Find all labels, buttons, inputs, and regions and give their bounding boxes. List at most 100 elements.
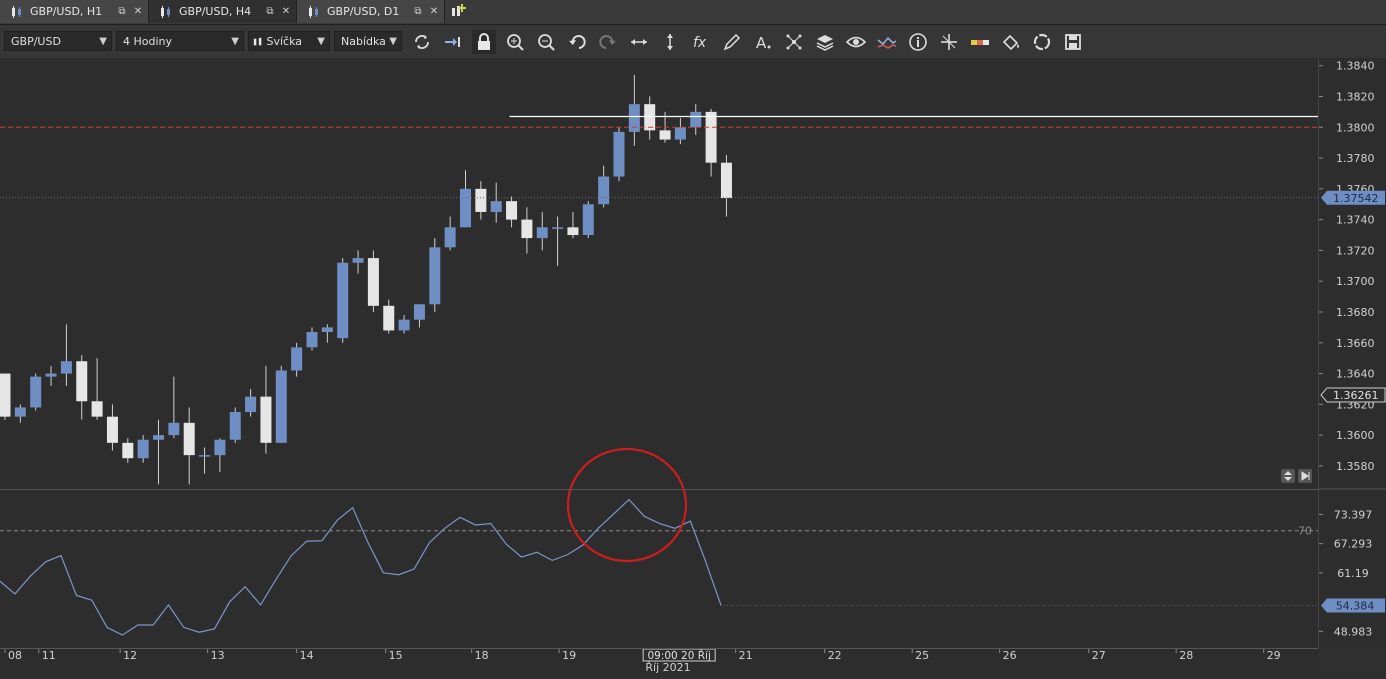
time-tick-label: 29 xyxy=(1267,649,1281,662)
candle-body xyxy=(644,104,656,131)
cycle-icon[interactable] xyxy=(1030,30,1054,54)
time-tick-label: 15 xyxy=(389,649,403,662)
candle-body xyxy=(674,127,686,140)
time-axis[interactable]: 08 11 12 13 14 15 18 19 21 22 25 26 27 28 29 09:00 20 Ř… xyxy=(0,648,1318,675)
zoom-out-icon[interactable] xyxy=(534,30,558,54)
candle-body xyxy=(429,247,441,305)
chart-area[interactable]: 70 xyxy=(0,58,1318,648)
scatter-icon[interactable] xyxy=(782,30,806,54)
close-icon[interactable]: ✕ xyxy=(132,6,144,18)
candle-body xyxy=(690,111,702,128)
candle-body xyxy=(705,111,717,163)
price-lines-group xyxy=(0,115,1318,483)
menu-select[interactable]: Nabídka ▼ xyxy=(334,31,402,51)
ruler-icon[interactable] xyxy=(968,30,992,54)
crosshair-icon[interactable] xyxy=(937,30,961,54)
time-tick-label: 14 xyxy=(300,649,314,662)
price-tick-label: 1.3680 xyxy=(1336,306,1375,319)
time-tick-label: 12 xyxy=(123,649,137,662)
save-icon[interactable] xyxy=(1061,30,1085,54)
menu-select-value: Nabídka xyxy=(341,35,386,48)
current-price-badge-label: 1.37542 xyxy=(1333,192,1379,205)
time-tick-label: 26 xyxy=(1003,649,1017,662)
scroll-end-icon[interactable] xyxy=(441,30,465,54)
rsi-tick-label: 73.397 xyxy=(1334,508,1373,521)
redo-icon[interactable] xyxy=(596,30,620,54)
indicator-icon[interactable] xyxy=(875,30,899,54)
time-tick-label: 22 xyxy=(828,649,842,662)
close-icon[interactable]: ✕ xyxy=(428,6,440,18)
candle-body xyxy=(536,227,548,239)
pencil-icon[interactable] xyxy=(720,30,744,54)
undock-icon[interactable]: ⧉ xyxy=(264,6,276,18)
chevron-down-icon: ▼ xyxy=(317,36,325,47)
rsi-group: 70 xyxy=(0,498,1318,636)
horizontal-resize-icon[interactable] xyxy=(627,30,651,54)
rsi-tick-label: 61.19 xyxy=(1337,567,1369,580)
price-tick-label: 1.3580 xyxy=(1336,460,1375,473)
annotation-group xyxy=(566,447,688,563)
tab-bar: GBP/USD, H1 ⧉ ✕ GBP/USD, H4 ⧉ ✕ GBP/USD,… xyxy=(0,0,1386,25)
tab-gbpusd-h4[interactable]: GBP/USD, H4 ⧉ ✕ xyxy=(149,0,297,23)
price-scale[interactable]: 1.3840 1.3820 1.3800 1.3780 1.3760 1.3740 1.37… xyxy=(1318,58,1386,648)
candle-body xyxy=(659,130,671,140)
add-chart-icon[interactable] xyxy=(448,2,468,22)
candle-body xyxy=(76,361,88,402)
tab-gbpusd-h1[interactable]: GBP/USD, H1 ⧉ ✕ xyxy=(0,0,149,23)
chevron-down-icon: ▼ xyxy=(231,36,239,47)
candle-body xyxy=(337,262,349,339)
price-tick-label: 1.3720 xyxy=(1336,244,1375,257)
zoom-in-icon[interactable] xyxy=(503,30,527,54)
candle-body xyxy=(475,188,487,212)
undo-icon[interactable] xyxy=(565,30,589,54)
layers-icon[interactable] xyxy=(813,30,837,54)
chart-type-select[interactable]: Svíčka ▼ xyxy=(248,31,330,51)
candle-body xyxy=(567,227,579,236)
text-icon[interactable]: A xyxy=(751,30,775,54)
price-tick-label: 1.3840 xyxy=(1336,60,1375,73)
eye-icon[interactable] xyxy=(844,30,868,54)
price-tick-label: 1.3700 xyxy=(1336,275,1375,288)
fill-icon[interactable] xyxy=(999,30,1023,54)
time-tick-label: 25 xyxy=(915,649,929,662)
candle-body xyxy=(613,131,625,177)
tab-label: GBP/USD, H1 xyxy=(30,5,103,18)
timeframe-select-value: 4 Hodiny xyxy=(123,35,173,48)
candle-body xyxy=(444,227,456,248)
undock-icon[interactable]: ⧉ xyxy=(412,6,424,18)
candle-body xyxy=(0,373,11,417)
chart-canvas[interactable]: 70 xyxy=(0,58,1318,648)
symbol-select[interactable]: GBP/USD ▼ xyxy=(4,31,112,51)
tab-label: GBP/USD, D1 xyxy=(327,5,400,18)
refresh-icon[interactable] xyxy=(410,30,434,54)
tab-gbpusd-d1[interactable]: GBP/USD, D1 ⧉ ✕ xyxy=(297,0,445,23)
symbol-select-value: GBP/USD xyxy=(11,35,61,48)
vertical-resize-icon[interactable] xyxy=(658,30,682,54)
candle-body xyxy=(153,435,164,440)
time-tick-label: 08 xyxy=(8,649,22,662)
chart-toolbar: GBP/USD ▼ 4 Hodiny ▼ Svíčka ▼ Nabídka ▼ … xyxy=(0,25,1386,59)
candle-body xyxy=(460,188,471,228)
function-icon[interactable]: fx xyxy=(689,30,713,54)
candle-body xyxy=(30,376,42,408)
candle-body xyxy=(306,331,318,348)
candle-body xyxy=(137,439,149,459)
candle-body xyxy=(260,396,272,443)
lock-icon[interactable] xyxy=(472,30,496,54)
candle-body xyxy=(398,319,410,331)
candle-body xyxy=(183,422,195,456)
rsi-tick-label: 67.293 xyxy=(1334,538,1373,551)
close-icon[interactable]: ✕ xyxy=(280,6,292,18)
timeframe-select[interactable]: 4 Hodiny ▼ xyxy=(116,31,244,51)
candle-body xyxy=(229,412,241,440)
time-axis-canvas: 08 11 12 13 14 15 18 19 21 22 25 26 27 28 2909:00 20 Ř… xyxy=(4,648,1281,674)
candle-body xyxy=(106,416,118,443)
price-tick-label: 1.3820 xyxy=(1336,90,1375,103)
tab-label: GBP/USD, H4 xyxy=(179,5,252,18)
undock-icon[interactable]: ⧉ xyxy=(116,6,128,18)
pane-divider[interactable] xyxy=(0,489,1386,490)
chevron-down-icon: ▼ xyxy=(99,36,107,47)
candle-body xyxy=(168,422,180,436)
info-icon[interactable] xyxy=(906,30,930,54)
candle-body xyxy=(245,396,257,413)
